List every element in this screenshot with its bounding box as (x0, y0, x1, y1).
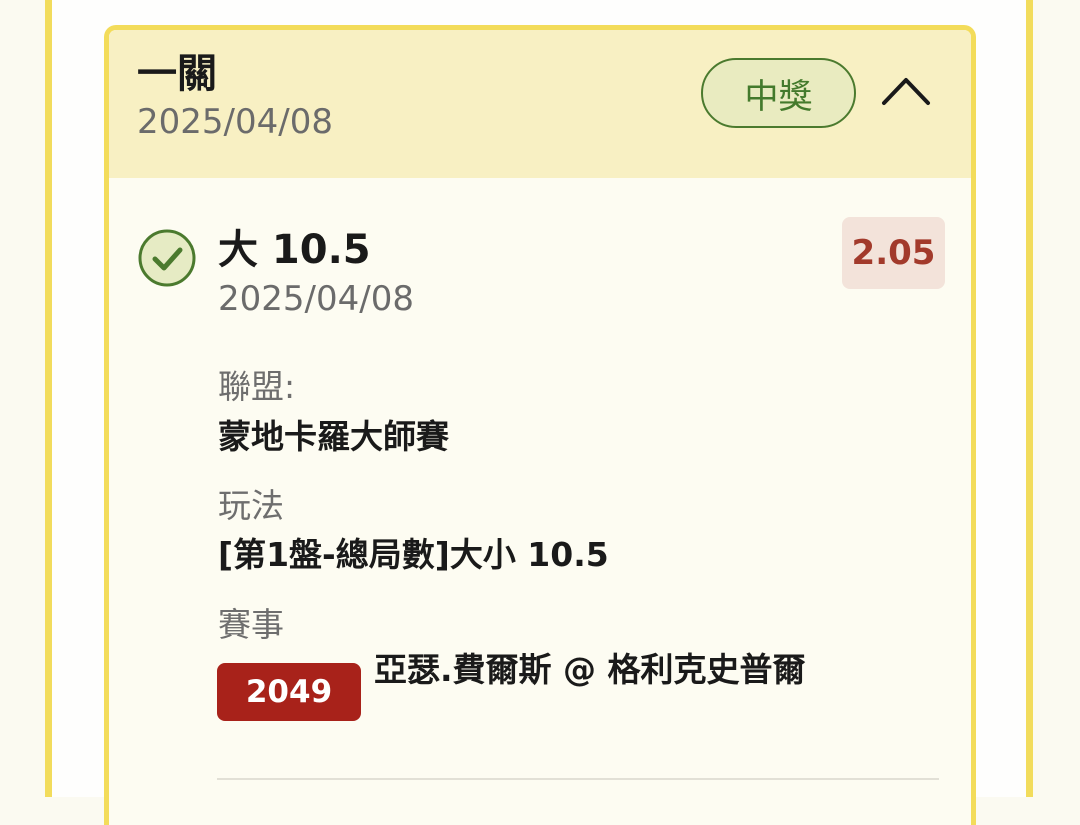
status-badge-label: 中獎 (744, 76, 813, 117)
status-badge: 中獎 (701, 58, 856, 128)
league-label: 聯盟: (218, 367, 296, 406)
bet-card: 一關 2025/04/08 中獎 大 10.5 2025/04/08 2.05 … (104, 25, 976, 825)
event-label: 賽事 (218, 605, 284, 644)
page-border-right (1026, 0, 1033, 797)
divider (217, 778, 939, 780)
market-value: [第1盤-總局數]大小 10.5 (218, 535, 609, 574)
bet-type-label: 一關 (137, 51, 217, 97)
check-circle-icon (138, 229, 196, 287)
odds-badge: 2.05 (842, 217, 945, 289)
market-label: 玩法 (218, 486, 284, 525)
event-id-badge: 2049 (217, 663, 361, 721)
selection-title: 大 10.5 (218, 227, 371, 273)
event-name: 亞瑟.費爾斯 @ 格利克史普爾 (374, 650, 806, 689)
collapse-button[interactable] (879, 70, 933, 110)
league-value: 蒙地卡羅大師賽 (218, 417, 449, 456)
chevron-up-icon (882, 78, 930, 105)
selection-date: 2025/04/08 (218, 279, 414, 319)
bet-card-header[interactable]: 一關 2025/04/08 中獎 (109, 30, 971, 178)
bet-date: 2025/04/08 (137, 102, 333, 142)
page-border-left (45, 0, 52, 797)
